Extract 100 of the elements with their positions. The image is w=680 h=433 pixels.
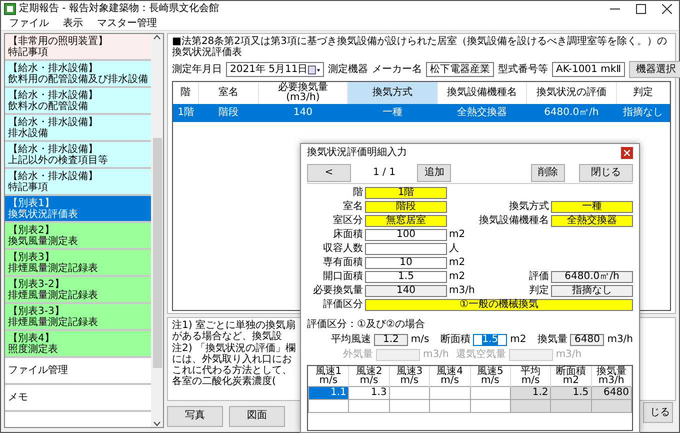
close-icon [624, 150, 630, 156]
close-icon[interactable] [662, 4, 672, 14]
input-field[interactable] [365, 243, 447, 255]
table-cell[interactable] [348, 399, 390, 412]
table-cell[interactable] [470, 386, 510, 399]
unit-label: m3/h [607, 334, 634, 346]
table-cell[interactable]: 全熱交換器 [437, 104, 527, 122]
field-label: 換気方式 [508, 201, 550, 213]
sidebar-item[interactable]: 【給水・排水設備】 特記事項 [5, 169, 151, 196]
field-label: 測定機器 [328, 64, 368, 76]
note-text: 注1) 室ごとに単独の換気扇がある場合など、換気設 [172, 320, 296, 342]
sidebar-item[interactable]: 【給水・排水設備】 飲料水の配管設備 [5, 88, 151, 115]
page-indicator: 1 / 1 [372, 166, 396, 178]
field-label: 還気空気量 [456, 348, 506, 360]
note-text: 注2) 「換気状況の評価」欄には、外気取り入れ口にお これに代わる方法として、各室の二酸化炭素濃度( [172, 343, 296, 387]
sidebar-item[interactable]: 【別表4】 照度測定表 [5, 331, 151, 358]
previous-button[interactable]: < [307, 164, 351, 182]
table-cell[interactable] [430, 399, 470, 412]
input-field[interactable]: 階段 [365, 201, 447, 213]
close-button[interactable] [621, 147, 633, 159]
field-label: 収容人数 [322, 243, 364, 255]
table-cell[interactable] [470, 399, 510, 412]
field-label: 断面積 [440, 334, 470, 346]
input-field[interactable]: 10 [365, 257, 447, 269]
sidebar-item[interactable]: 【別表3】 排煙風量測定記録表 [5, 250, 151, 277]
window-title: 定期報告 - 報告対象建築物：長崎県文化会館 [19, 3, 220, 15]
unit-label: 人 [448, 243, 460, 255]
field-label: 平均風速 [331, 334, 371, 346]
column-header: 風速5 m/s [470, 366, 510, 386]
input-field[interactable]: 1.2 [374, 334, 408, 346]
input-field[interactable]: 6480 [570, 334, 604, 346]
table-cell[interactable]: 一種 [348, 104, 438, 122]
maximize-icon[interactable] [636, 4, 646, 14]
menu-item[interactable]: 表示 [63, 18, 83, 30]
field-label: メーカー名 [372, 64, 422, 76]
input-field[interactable]: 1.5 [473, 334, 508, 346]
input-field[interactable]: 100 [365, 229, 447, 241]
field-label: 室区分 [332, 215, 364, 227]
table-cell[interactable]: 1.1 [308, 386, 349, 399]
sidebar-item[interactable]: 【別表1】 換気状況評価表 [5, 196, 151, 223]
unit-label: m2 [510, 334, 526, 346]
table-cell[interactable]: 1階 [173, 104, 199, 122]
table-cell[interactable] [389, 386, 430, 399]
table-cell[interactable]: 階段 [198, 104, 258, 122]
unit-label: m3/h [448, 285, 475, 297]
table-cell[interactable]: 140 [258, 104, 348, 122]
add-button[interactable]: 追加 [417, 164, 452, 182]
action-button[interactable]: 図面 [229, 406, 285, 426]
unit-label: m3/h [423, 348, 449, 360]
table-cell[interactable]: 指摘なし [616, 104, 670, 122]
table-cell[interactable] [308, 399, 349, 412]
sidebar-item[interactable]: 【別表3-3】 排煙風量測定記録表 [5, 304, 151, 331]
sidebar-item[interactable]: 【給水・排水設備】 上記以外の検査項目等 [5, 142, 151, 169]
column-header: 風速3 m/s [389, 366, 430, 386]
unit-label: m3/h [556, 348, 582, 360]
column-header: 風速4 m/s [430, 366, 470, 386]
field-label: 評価区分 [322, 299, 364, 311]
action-button[interactable]: 写真 [167, 406, 223, 426]
date-field[interactable]: 2021年 5月11日 [226, 62, 324, 77]
table-cell[interactable]: 6480.0㎥/h [526, 104, 616, 122]
maker-field[interactable]: 松下電器産業 [426, 62, 494, 77]
input-field[interactable]: 無窓居室 [365, 215, 447, 227]
section-title: ■法第28条第2項又は第3項に基づき換気設備が設けられた居室（換気設備を設けるべき調理室等を除く。）の換気状況評価表 [172, 36, 668, 58]
model-field[interactable]: AK-1001 mkⅡ [552, 62, 626, 77]
sidebar-item[interactable]: 【給水・排水設備】 飲料用の配管設備及び排水設備 [5, 61, 151, 88]
input-field[interactable]: 1.5 [365, 271, 447, 283]
delete-button[interactable]: 削除 [531, 164, 565, 182]
close-button[interactable]: 閉じる [579, 164, 633, 182]
scrollbar-thumb[interactable] [152, 138, 162, 368]
sidebar-item[interactable]: 【非常用の照明装置】 特記事項 [5, 34, 151, 61]
field-label: 開口面積 [322, 271, 364, 283]
scroll-up-icon[interactable] [153, 34, 161, 40]
table-cell[interactable] [430, 386, 470, 399]
calendar-icon [308, 64, 320, 74]
unit-label: m/s [410, 334, 430, 346]
field-label: 階 [352, 187, 364, 199]
field-label: 換気設備機種名 [478, 215, 550, 227]
section-label: 評価区分：①及び②の場合 [307, 319, 426, 330]
sidebar-item[interactable]: 【給水・排水設備】 排水設備 [5, 115, 151, 142]
menu-item[interactable]: ファイル [9, 18, 49, 30]
input-field[interactable]: 1階 [365, 187, 447, 199]
input-field[interactable]: 全熱交換器 [551, 215, 633, 227]
unit-label: m2 [448, 257, 466, 269]
input-field[interactable]: ①一般の機械換気 [365, 299, 633, 311]
table-cell[interactable]: 1.3 [348, 386, 390, 399]
close-button[interactable]: じる [643, 402, 673, 423]
column-header[interactable]: 換気方式 [348, 82, 438, 104]
dialog-title: 換気状況評価明細入力 [307, 147, 407, 159]
scroll-down-icon[interactable] [153, 421, 161, 427]
sidebar-item[interactable]: 【別表2】 換気風量測定表 [5, 223, 151, 250]
table-cell[interactable] [389, 399, 430, 412]
menu-item[interactable]: マスター管理 [97, 18, 157, 30]
input-field: 指摘なし [551, 285, 633, 297]
input-field: 6480.0㎥/h [551, 271, 633, 283]
sidebar-item[interactable]: 【別表3-2】 排煙風量測定記録表 [5, 277, 151, 304]
unit-label: m2 [448, 271, 466, 283]
unit-label: m2 [448, 229, 466, 241]
field-label: 判定 [528, 285, 550, 297]
device-select-button[interactable]: 機器選択 [629, 61, 680, 78]
input-field[interactable]: 一種 [551, 201, 633, 213]
